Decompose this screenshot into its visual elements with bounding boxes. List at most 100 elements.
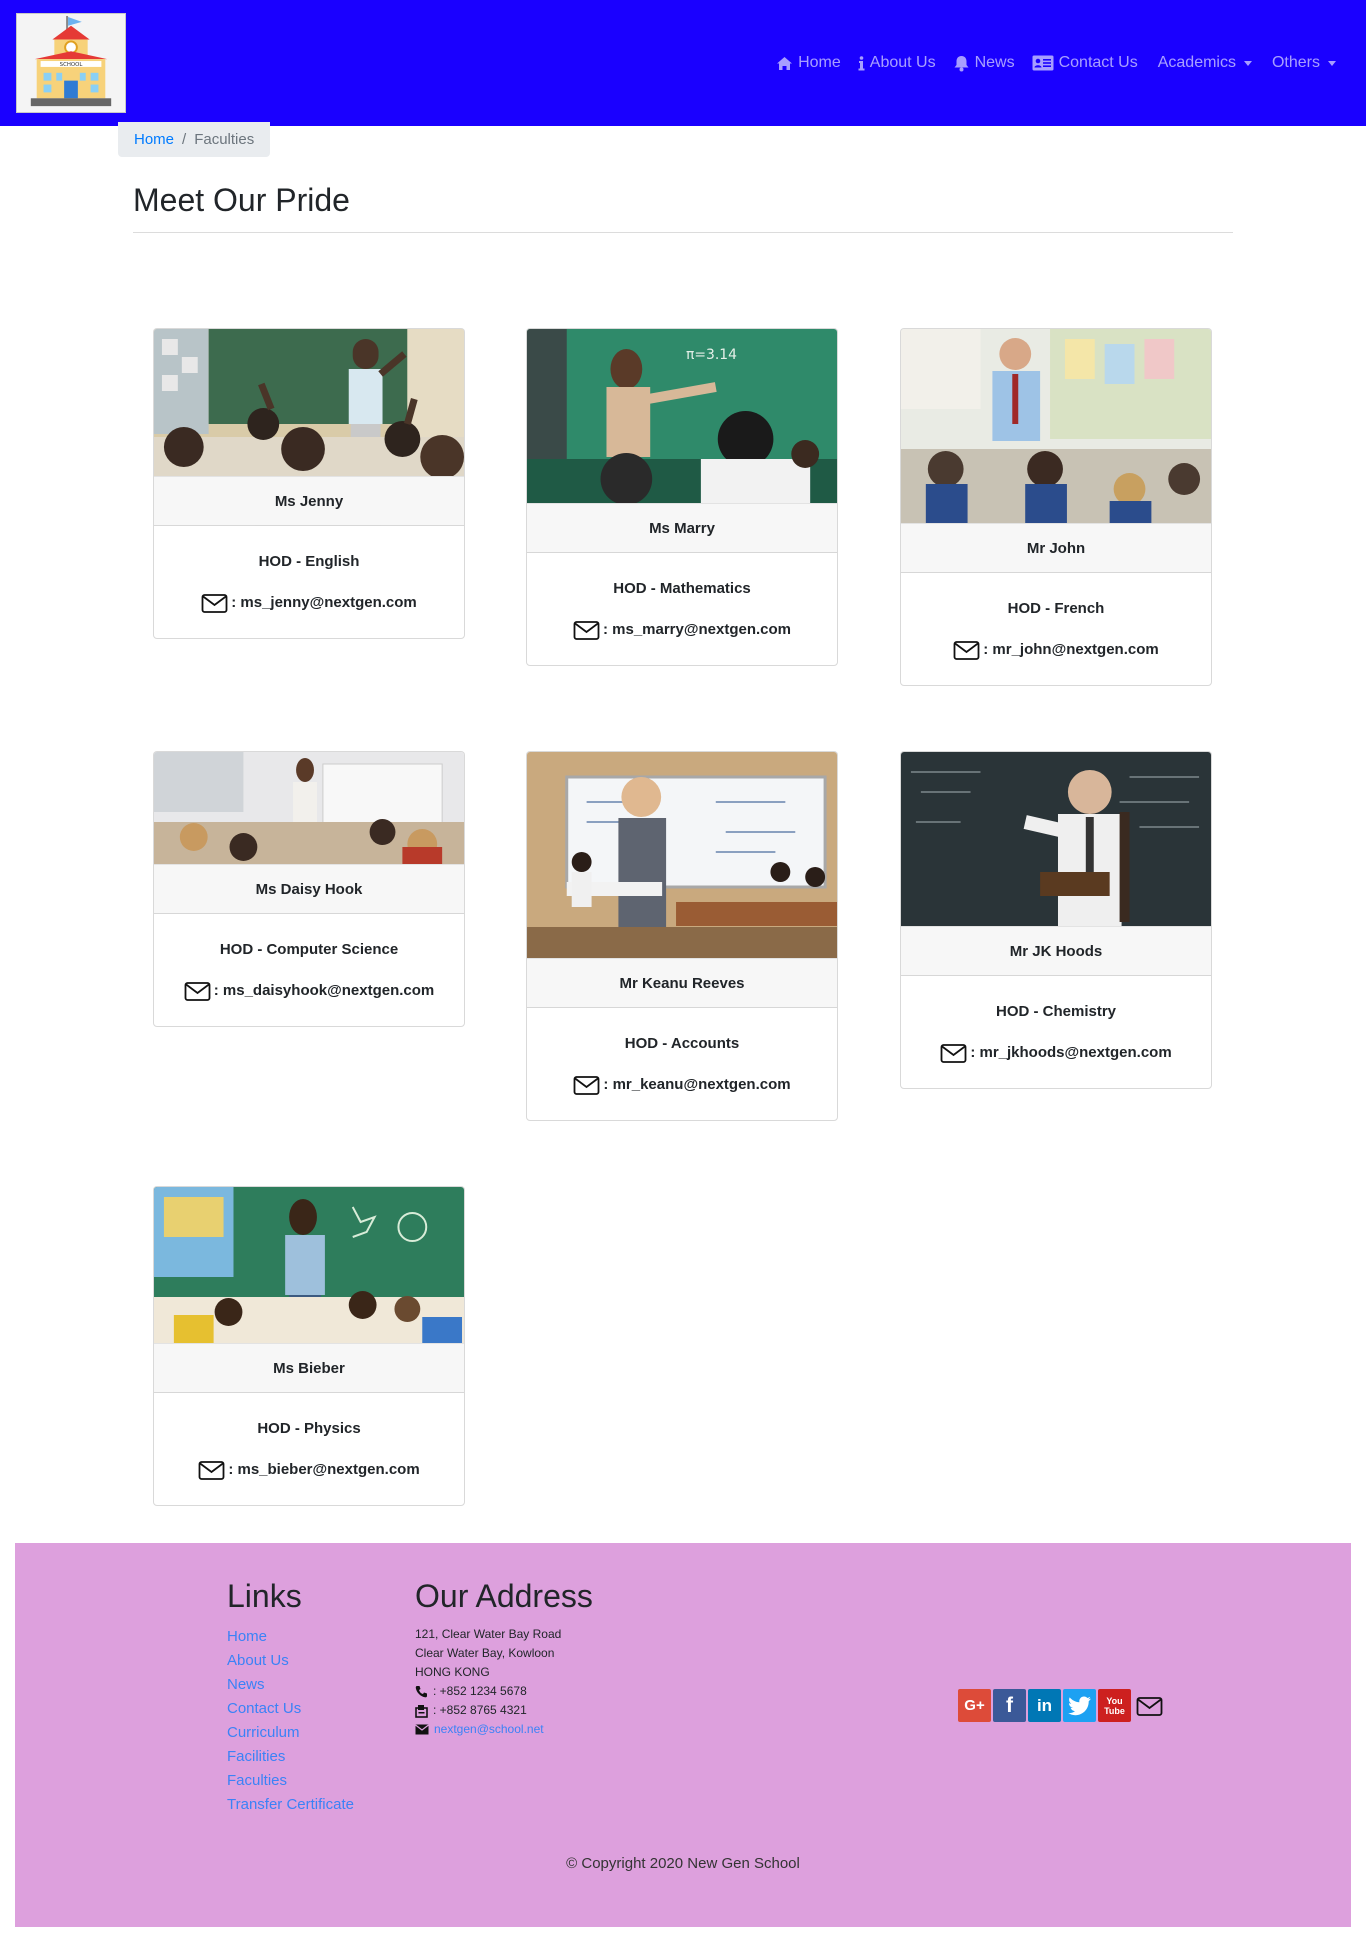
info-icon <box>858 55 865 70</box>
address-email-row: nextgen@school.net <box>415 1720 561 1739</box>
breadcrumb: Home / Faculties <box>118 122 271 157</box>
faculty-email[interactable]: : mr_jkhoods@nextgen.com <box>970 1043 1171 1063</box>
faculty-role: HOD - Accounts <box>624 1035 740 1052</box>
faculty-email-row: : mr_keanu@nextgen.com <box>527 1074 837 1096</box>
faculty-name: Ms Daisy Hook <box>154 864 464 914</box>
nav-others-label: Others <box>1271 54 1320 71</box>
footer-link-faculties[interactable]: Faculties <box>227 1769 354 1793</box>
navbar: SCHOOL Home About Us News Contact Us Aca… <box>0 0 1366 126</box>
footer-link-transfer-certificate[interactable]: Transfer Certificate <box>227 1793 354 1817</box>
faculty-name: Mr John <box>901 523 1211 573</box>
faculty-card: Ms Bieber HOD - Physics : ms_bieber@next… <box>153 1186 465 1506</box>
envelope-icon <box>940 1044 967 1063</box>
nav-contact-us[interactable]: Contact Us <box>1032 54 1138 72</box>
facebook-icon[interactable]: f <box>993 1689 1026 1722</box>
footer-link-contact-us[interactable]: Contact Us <box>227 1697 354 1721</box>
faculty-name: Ms Jenny <box>154 476 464 526</box>
faculty-details: HOD - Mathematics : ms_marry@nextgen.com <box>527 553 837 665</box>
faculty-photo <box>901 752 1211 926</box>
faculty-photo <box>154 1187 464 1343</box>
faculty-card: Ms Jenny HOD - English : ms_jenny@nextge… <box>153 328 465 639</box>
address-line: Clear Water Bay, Kowloon <box>415 1646 555 1660</box>
faculty-card: Mr Keanu Reeves HOD - Accounts : mr_kean… <box>526 751 838 1121</box>
footer-address: 121, Clear Water Bay Road Clear Water Ba… <box>415 1625 561 1739</box>
footer-link-about-us[interactable]: About Us <box>227 1649 354 1673</box>
faculty-name: Ms Marry <box>527 503 837 553</box>
page-title: Meet Our Pride <box>133 182 350 218</box>
faculty-email-row: : mr_john@nextgen.com <box>901 639 1211 661</box>
nav-about-us[interactable]: About Us <box>858 54 936 72</box>
envelope-icon <box>201 594 228 613</box>
envelope-icon <box>415 1724 429 1735</box>
faculty-name: Mr Keanu Reeves <box>527 958 837 1008</box>
faculty-card: Ms Daisy Hook HOD - Computer Science : m… <box>153 751 465 1027</box>
faculty-photo <box>527 752 837 958</box>
envelope-icon <box>573 621 600 640</box>
footer-links-title: Links <box>227 1578 302 1614</box>
youtube-label-bottom: Tube <box>1104 1705 1125 1716</box>
contact-card-icon <box>1032 55 1054 71</box>
faculty-email[interactable]: : ms_marry@nextgen.com <box>603 620 791 640</box>
youtube-icon[interactable]: You Tube <box>1098 1689 1131 1722</box>
google-plus-icon[interactable]: G+ <box>958 1689 991 1722</box>
nav-home-label: Home <box>798 54 841 71</box>
faculty-role: HOD - English <box>258 553 360 570</box>
faculty-email[interactable]: : mr_keanu@nextgen.com <box>603 1075 790 1095</box>
faculty-details: HOD - Accounts : mr_keanu@nextgen.com <box>527 1008 837 1120</box>
address-phone: : +852 1234 5678 <box>433 1684 527 1698</box>
address-email-link[interactable]: nextgen@school.net <box>434 1720 544 1739</box>
faculty-role: HOD - Mathematics <box>613 580 751 597</box>
faculty-details: HOD - French : mr_john@nextgen.com <box>901 573 1211 685</box>
envelope-icon <box>1136 1696 1163 1716</box>
twitter-icon[interactable] <box>1063 1689 1096 1722</box>
breadcrumb-home-link[interactable]: Home <box>134 131 174 148</box>
nav-contact-label: Contact Us <box>1058 54 1138 71</box>
breadcrumb-separator: / <box>182 131 187 148</box>
envelope-icon <box>184 982 211 1001</box>
faculty-card: π=3.14 Ms Marry HOD - Mathematics : ms_m… <box>526 328 838 666</box>
faculty-email[interactable]: : ms_daisyhook@nextgen.com <box>214 981 435 1001</box>
footer-link-curriculum[interactable]: Curriculum <box>227 1721 354 1745</box>
email-icon[interactable] <box>1133 1689 1166 1722</box>
footer-link-facilities[interactable]: Facilities <box>227 1745 354 1769</box>
address-line: 121, Clear Water Bay Road <box>415 1627 562 1641</box>
envelope-icon <box>953 641 980 660</box>
nav-home[interactable]: Home <box>776 54 841 72</box>
social-links: G+ f in You Tube <box>958 1689 1166 1722</box>
faculty-photo: π=3.14 <box>527 329 837 503</box>
faculty-email[interactable]: : mr_john@nextgen.com <box>983 640 1158 660</box>
faculty-email[interactable]: : ms_jenny@nextgen.com <box>231 593 417 613</box>
school-logo[interactable]: SCHOOL <box>16 13 126 113</box>
faculty-name: Mr JK Hoods <box>901 926 1211 976</box>
faculty-role: HOD - Chemistry <box>995 1003 1117 1020</box>
svg-text:π=3.14: π=3.14 <box>686 347 737 363</box>
linkedin-icon[interactable]: in <box>1028 1689 1061 1722</box>
school-building-icon: SCHOOL <box>17 14 125 112</box>
title-divider <box>133 232 1233 233</box>
footer-link-home[interactable]: Home <box>227 1625 354 1649</box>
nav-academics-dropdown[interactable]: Academics <box>1158 54 1252 72</box>
fax-icon <box>415 1704 428 1718</box>
bell-icon <box>954 55 969 71</box>
envelope-icon <box>574 1076 600 1095</box>
nav-news[interactable]: News <box>953 54 1015 72</box>
faculty-name: Ms Bieber <box>154 1343 464 1393</box>
footer-link-news[interactable]: News <box>227 1673 354 1697</box>
envelope-icon <box>198 1461 225 1480</box>
faculty-email-row: : ms_marry@nextgen.com <box>527 619 837 641</box>
faculty-role: HOD - French <box>1007 600 1105 617</box>
nav-others-dropdown[interactable]: Others <box>1272 54 1336 72</box>
faculty-email[interactable]: : ms_bieber@nextgen.com <box>228 1460 419 1480</box>
faculty-photo <box>154 329 464 476</box>
caret-down-icon <box>1243 60 1252 66</box>
address-fax-row: : +852 8765 4321 <box>415 1701 561 1720</box>
nav-academics-label: Academics <box>1157 54 1236 71</box>
faculty-card: Mr JK Hoods HOD - Chemistry : mr_jkhoods… <box>900 751 1212 1089</box>
nav-about-label: About Us <box>869 54 936 71</box>
faculty-role: HOD - Computer Science <box>219 941 399 958</box>
nav-news-label: News <box>974 54 1015 71</box>
faculty-role: HOD - Physics <box>257 1420 361 1437</box>
phone-icon <box>415 1686 427 1698</box>
address-line: HONG KONG <box>415 1665 490 1679</box>
home-icon <box>777 56 793 70</box>
